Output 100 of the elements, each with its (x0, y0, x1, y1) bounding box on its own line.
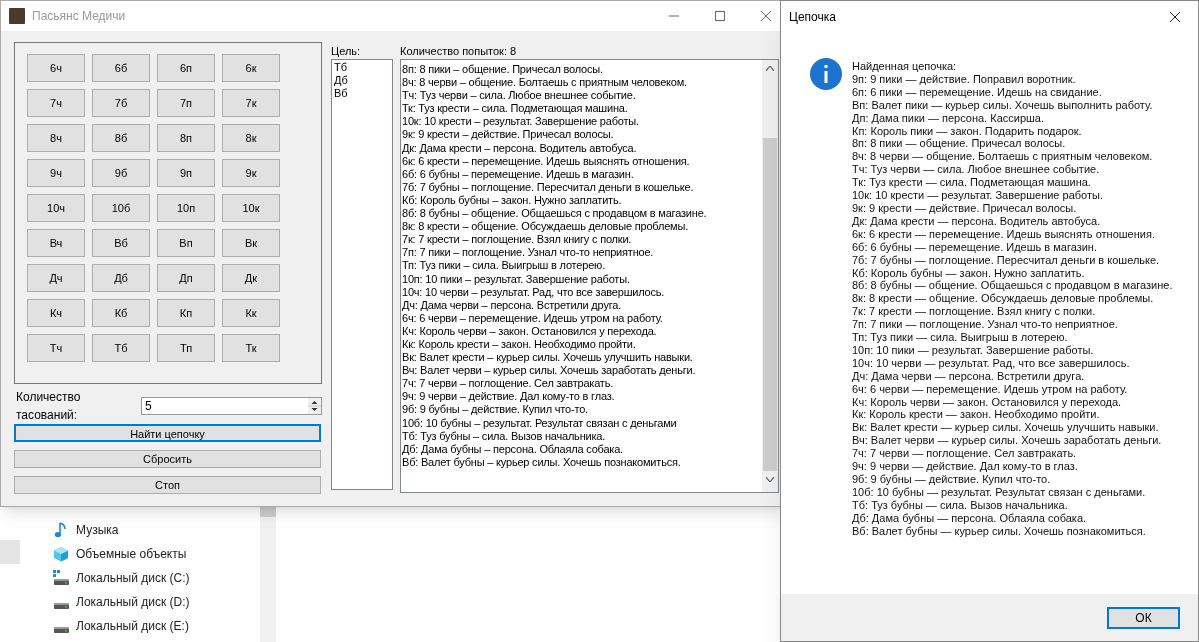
message-line: Кк: Король крести — закон. Необходимо пройти. (852, 408, 1101, 422)
message-line: 6б: 6 бубны — перемещение. Идешь в магазин. (852, 240, 1098, 254)
log-line: 6б: 6 бубны – перемещение. Идешь в магазин. (402, 167, 635, 181)
list-item[interactable]: Вб (334, 87, 390, 100)
explorer-item[interactable]: Локальный диск (D:) (76, 593, 190, 611)
explorer-item[interactable]: Локальный диск (C:) (76, 569, 190, 587)
card-button[interactable]: 7п (157, 89, 215, 117)
log-line: Тч: Туз черви – сила. Любое внешнее событие. (402, 89, 637, 103)
shuffle-count-label: Количество тасований: (16, 389, 82, 424)
ok-button[interactable]: ОК (1107, 606, 1180, 629)
music-note-icon[interactable] (53, 522, 69, 538)
card-button[interactable]: Кч (27, 299, 85, 327)
message-line: Тп: Туз пики — сила. Выигрыш в лотерею. (852, 331, 1069, 344)
list-item[interactable]: Дб (334, 74, 390, 87)
message-line: 9б: 9 бубны — действие. Купил что-то. (852, 473, 1052, 486)
sidebar-highlight (0, 540, 20, 564)
action-button[interactable]: Найти цепочку (14, 424, 321, 442)
info-icon (810, 58, 842, 90)
message-line: 7к: 7 крести — поглощение. Взял книгу с полки. (852, 305, 1097, 319)
log-line: 7ч: 7 черви – поглощение. Сел завтракать. (402, 377, 615, 391)
card-button[interactable]: 8б (92, 124, 150, 152)
log-line: Тп: Туз пики – сила. Выигрыш в лотерею. (402, 259, 606, 273)
cube-icon[interactable] (53, 546, 69, 562)
card-button[interactable]: 7б (92, 89, 150, 117)
card-button[interactable]: 6б (92, 54, 150, 82)
log-line: 6к: 6 крести – перемещение. Идешь выяснять отношения. (402, 154, 691, 168)
message-line: Вч: Валет черви — курьер силы. Хочешь заработать деньги. (852, 434, 1163, 448)
card-button[interactable]: 6ч (27, 54, 85, 82)
card-button[interactable]: 8к (222, 124, 280, 152)
card-button[interactable]: 10б (92, 194, 150, 222)
message-line: Вп: Валет пики — курьер силы. Хочешь выполнить работу. (852, 98, 1154, 112)
card-button[interactable]: Тб (92, 334, 150, 362)
card-button[interactable]: 10к (222, 194, 280, 222)
card-button[interactable]: Дп (157, 264, 215, 292)
card-button[interactable]: Кб (92, 299, 150, 327)
scroll-down-icon[interactable] (766, 477, 774, 482)
scroll-up-icon[interactable] (766, 66, 774, 71)
log-line: Тк: Туз крести – сила. Подметающая машина. (402, 102, 629, 116)
drive-icon[interactable] (53, 570, 69, 586)
scrollbar[interactable] (762, 60, 778, 492)
card-button[interactable]: 8п (157, 124, 215, 152)
card-button[interactable]: 6к (222, 54, 280, 82)
explorer-item[interactable]: Локальный диск (E:) (76, 617, 189, 635)
card-button[interactable]: 9б (92, 159, 150, 187)
message-line: 10б: 10 бубны — результат. Результат связан с деньгами. (852, 485, 1147, 499)
message-line: 6к: 6 крести — перемещение. Идешь выяснять отношения. (852, 227, 1156, 241)
window-title: Пасьянс Медичи (32, 8, 126, 25)
list-item[interactable]: Тб (334, 61, 390, 74)
maximize-icon[interactable] (715, 11, 725, 21)
card-button[interactable]: Кп (157, 299, 215, 327)
card-button[interactable]: 6п (157, 54, 215, 82)
message-line: Дк: Дама крести — персона. Водитель автобуса. (852, 214, 1102, 228)
card-button[interactable]: Вп (157, 229, 215, 257)
close-icon[interactable] (1170, 12, 1180, 22)
log-line: Вч: Валет черви – курьер силы. Хочешь заработать деньги. (402, 364, 697, 378)
explorer-item[interactable]: Объемные объекты (76, 545, 187, 563)
log-line: 8п: 8 пики – общение. Причесал волосы. (402, 63, 604, 77)
card-button[interactable]: 9ч (27, 159, 85, 187)
message-line: 7п: 7 пики — поглощение. Узнал что-то неприятное. (852, 318, 1119, 332)
card-button[interactable]: 7ч (27, 89, 85, 117)
explorer-item[interactable]: Музыка (76, 521, 119, 539)
attempts-label: Количество попыток: 8 (400, 44, 518, 59)
log-line: 10к: 10 крести – результат. Завершение работы. (402, 115, 640, 129)
card-button[interactable]: 8ч (27, 124, 85, 152)
log-line: 7п: 7 пики – поглощение. Узнал что-то неприятное. (402, 246, 655, 260)
spin-arrows-icon[interactable] (308, 398, 321, 414)
card-button[interactable]: Кк (222, 299, 280, 327)
card-button[interactable]: 10ч (27, 194, 85, 222)
card-button[interactable]: Тк (222, 334, 280, 362)
card-button[interactable]: Тп (157, 334, 215, 362)
card-button[interactable]: Вк (222, 229, 280, 257)
log-line: Вк: Валет крести – курьер силы. Хочешь улучшить навыки. (402, 351, 694, 365)
message-line: 10ч: 10 черви — результат. Рад, что все завершилось. (852, 356, 1131, 370)
log-line: 8к: 8 крести – общение. Обсуждаешь деловые проблемы. (402, 220, 689, 234)
card-button[interactable]: Тч (27, 334, 85, 362)
message-line: Тч: Туз черви — сила. Любое внешнее событие. (852, 163, 1101, 177)
card-button[interactable]: Дк (222, 264, 280, 292)
card-button[interactable]: 7к (222, 89, 280, 117)
card-button[interactable]: Вб (92, 229, 150, 257)
card-button[interactable]: Дб (92, 264, 150, 292)
action-button[interactable]: Стоп (14, 476, 321, 494)
message-line: 7ч: 7 черви — поглощение. Сел завтракать. (852, 447, 1078, 461)
target-label: Цель: (331, 44, 362, 59)
log-line: 8б: 8 бубны – общение. Общаешься с продавцом в магазине. (402, 207, 708, 221)
log-line: Кч: Король черви – закон. Остановился у перехода. (402, 324, 658, 338)
card-button[interactable]: 9к (222, 159, 280, 187)
message-line: 8п: 8 пики — общение. Причесал волосы. (852, 137, 1067, 151)
card-button[interactable]: Дч (27, 264, 85, 292)
message-line: Вб: Валет бубны — курьер силы. Хочешь познакомиться. (852, 524, 1147, 538)
message-line: Вк: Валет крести — курьер силы. Хочешь улучшить навыки. (852, 421, 1160, 435)
log-line: 10б: 10 бубны – результат. Результат связан с деньгами (402, 416, 678, 430)
target-list[interactable]: Тб Дб Вб (331, 59, 393, 490)
message-line: 9п: 9 пики — действие. Поправил воротник. (852, 72, 1077, 86)
card-button[interactable]: 9п (157, 159, 215, 187)
scrollbar-thumb[interactable] (260, 507, 276, 517)
action-button[interactable]: Сбросить (14, 450, 321, 468)
scrollbar-thumb[interactable] (763, 138, 777, 471)
log-line: Дб: Дама бубны – персона. Облаяла собака. (402, 442, 624, 456)
card-button[interactable]: 10п (157, 194, 215, 222)
card-button[interactable]: Вч (27, 229, 85, 257)
